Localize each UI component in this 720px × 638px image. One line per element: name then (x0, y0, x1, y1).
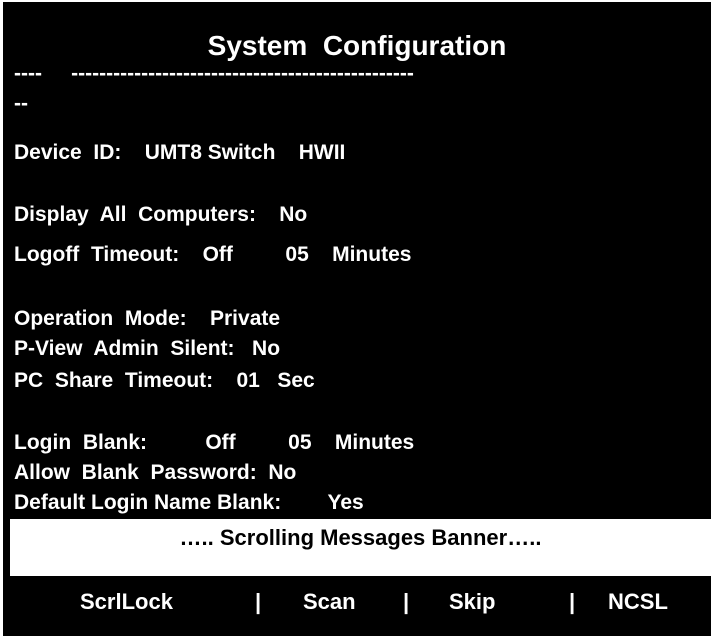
ncsl-key[interactable]: NCSL (608, 589, 668, 615)
dashed-divider-continuation: -- (14, 92, 28, 115)
softkey-separator: | (403, 589, 410, 614)
default-login-name-blank-setting[interactable]: Default Login Name Blank: Yes (14, 491, 364, 515)
softkey-separator: | (569, 589, 576, 614)
login-blank-setting[interactable]: Login Blank: Off 05 Minutes (14, 431, 414, 455)
softkey-separator: | (255, 589, 262, 614)
skip-key[interactable]: Skip (449, 589, 495, 615)
logoff-timeout-setting[interactable]: Logoff Timeout: Off 05 Minutes (14, 243, 411, 267)
dashed-divider: ---- -----------------------------------… (14, 62, 414, 85)
display-all-computers-setting[interactable]: Display All Computers: No (14, 203, 307, 227)
osd-screen: System Configuration ---- --------------… (3, 2, 711, 636)
operation-mode-setting[interactable]: Operation Mode: Private (14, 307, 280, 331)
page-title: System Configuration (207, 30, 507, 61)
softkey-bar: ScrlLock | Scan | Skip | NCSL (3, 580, 711, 636)
device-id-setting[interactable]: Device ID: UMT8 Switch HWII (14, 141, 345, 165)
scan-key[interactable]: Scan (303, 589, 356, 615)
pc-share-timeout-setting[interactable]: PC Share Timeout: 01 Sec (14, 369, 315, 393)
scrllock-key[interactable]: ScrlLock (80, 589, 173, 615)
banner-text: ….. Scrolling Messages Banner….. (179, 525, 542, 550)
allow-blank-password-setting[interactable]: Allow Blank Password: No (14, 461, 296, 485)
scrolling-messages-banner: ….. Scrolling Messages Banner….. (10, 519, 711, 576)
pview-admin-silent-setting[interactable]: P-View Admin Silent: No (14, 337, 280, 361)
